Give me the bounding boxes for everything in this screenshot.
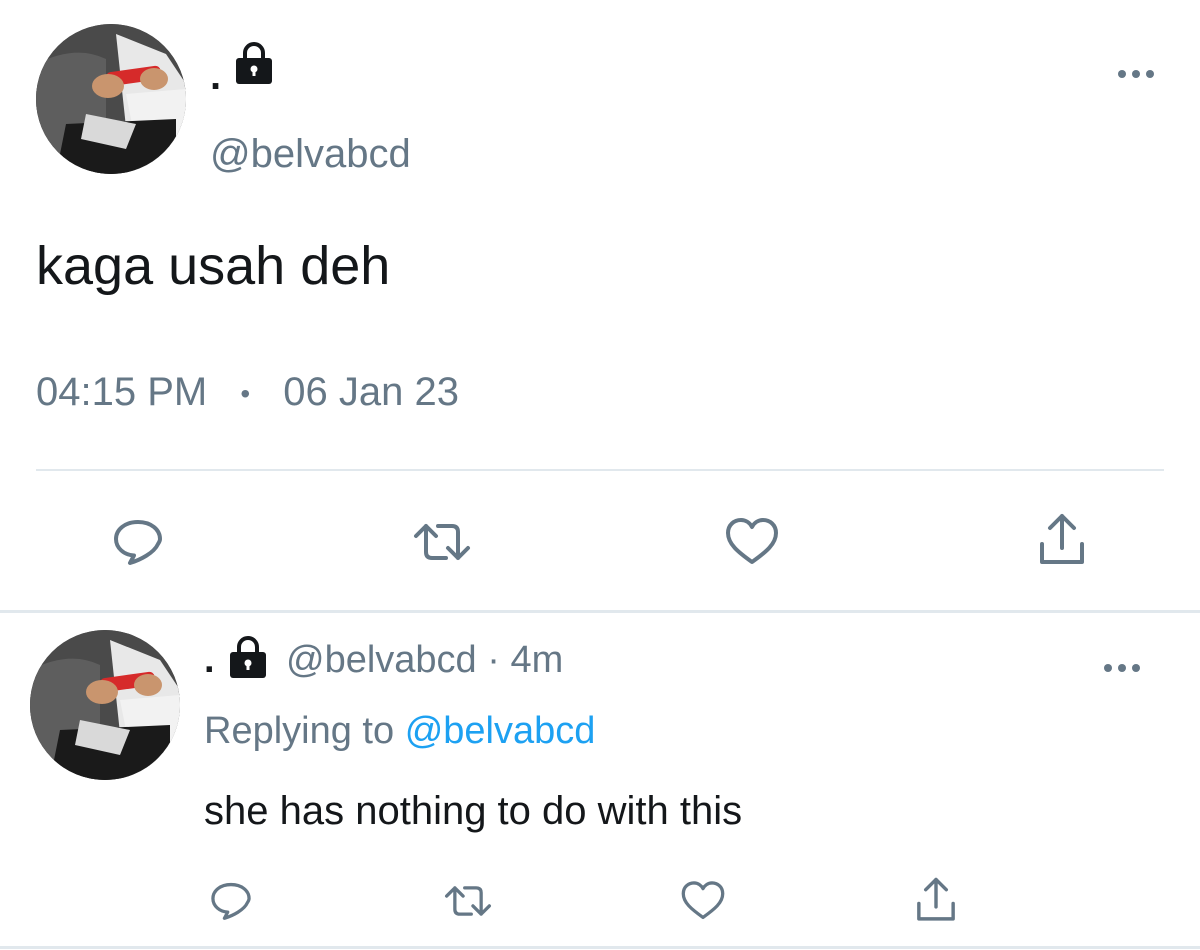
- retweet-icon[interactable]: [438, 878, 498, 924]
- tweet-timestamp: 04:15 PM • 06 Jan 23: [36, 368, 459, 418]
- replying-handle-link[interactable]: @belvabcd: [405, 710, 596, 752]
- replying-to: Replying to @belvabcd: [204, 708, 595, 754]
- lock-icon: [232, 40, 276, 84]
- avatar-photo: [36, 24, 186, 174]
- share-icon[interactable]: [1034, 510, 1090, 570]
- tweet-time[interactable]: 04:15 PM: [36, 370, 207, 414]
- lock-icon: [226, 634, 270, 678]
- bottom-divider: [0, 946, 1200, 949]
- reply-header: .: [204, 638, 215, 682]
- reply-meta: @belvabcd · 4m: [286, 638, 563, 682]
- meta-separator: ·: [487, 639, 500, 681]
- avatar[interactable]: [36, 24, 186, 174]
- like-icon[interactable]: [678, 878, 728, 924]
- user-handle[interactable]: @belvabcd: [210, 132, 411, 176]
- section-divider: [0, 610, 1200, 613]
- user-handle[interactable]: @belvabcd: [286, 639, 477, 681]
- retweet-icon[interactable]: [406, 514, 478, 570]
- reply-icon[interactable]: [208, 878, 254, 924]
- display-name[interactable]: .: [204, 639, 215, 681]
- like-icon[interactable]: [722, 514, 782, 570]
- tweet-age[interactable]: 4m: [510, 639, 563, 681]
- divider: [36, 469, 1164, 471]
- more-icon[interactable]: [1114, 62, 1158, 86]
- share-icon[interactable]: [912, 874, 960, 926]
- time-date-separator: •: [240, 378, 251, 410]
- avatar[interactable]: [30, 630, 180, 780]
- replying-prefix: Replying to: [204, 710, 395, 752]
- tweet-text: she has nothing to do with this: [204, 789, 743, 833]
- avatar-photo: [30, 630, 180, 780]
- more-icon[interactable]: [1100, 656, 1144, 680]
- tweet-date[interactable]: 06 Jan 23: [283, 370, 459, 414]
- reply-icon[interactable]: [110, 514, 166, 570]
- display-name[interactable]: .: [210, 56, 221, 96]
- tweet-text: kaga usah deh: [36, 236, 391, 296]
